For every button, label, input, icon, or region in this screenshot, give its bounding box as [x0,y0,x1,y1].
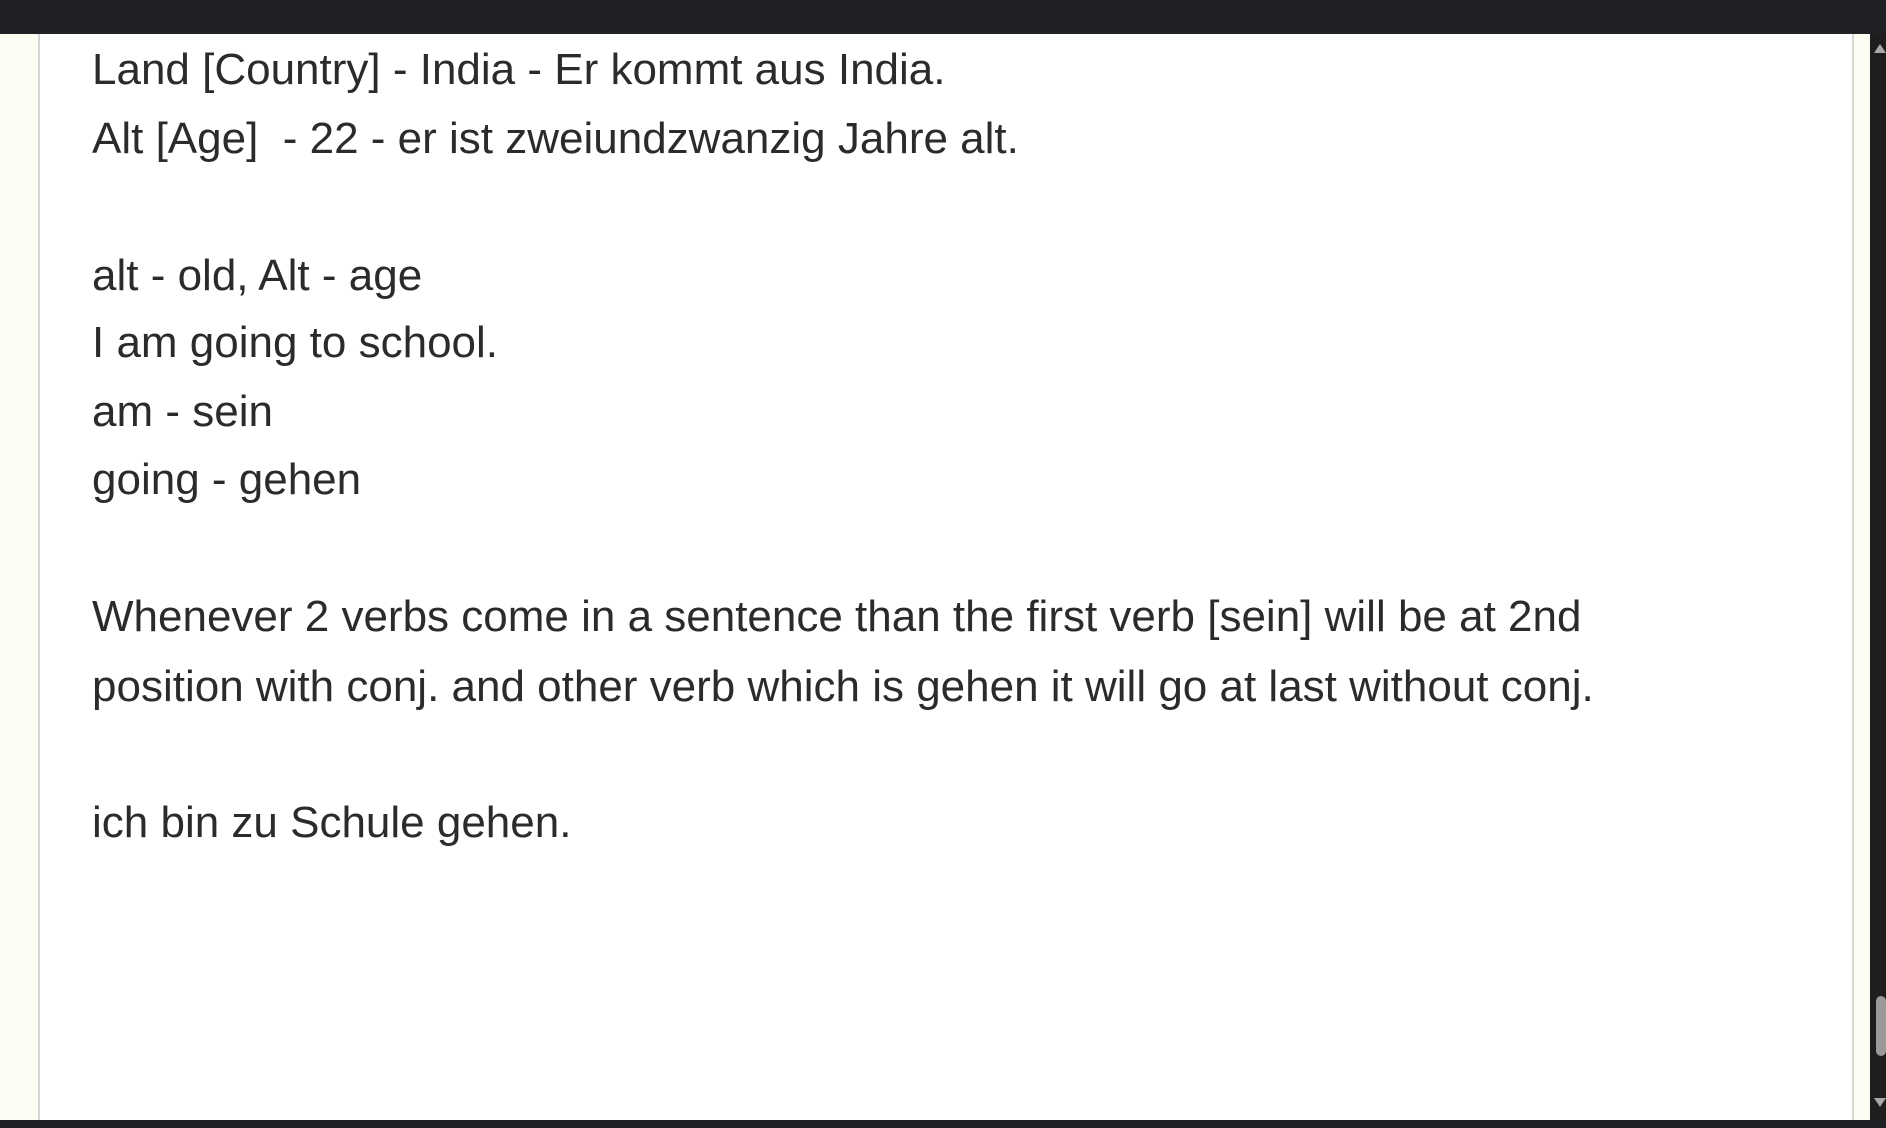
text-line: alt - old, Alt - age [92,251,423,300]
scroll-down-arrow-icon[interactable] [1874,1098,1886,1107]
text-line: I am going to school. [92,318,499,367]
text-line: Alt [Age] - 22 - er ist zweiundzwanzig J… [92,114,1019,163]
text-editor-area[interactable] [40,34,1852,1120]
scroll-up-arrow-icon[interactable] [1874,44,1886,53]
left-margin [0,34,40,1120]
window-top-bar [0,0,1886,34]
scrollbar-thumb[interactable] [1876,996,1886,1056]
text-line: position with conj. and other verb which… [92,662,1594,711]
text-line: Land [Country] - India - Er kommt aus In… [92,45,946,94]
text-line: Whenever 2 verbs come in a sentence than… [92,592,1582,641]
text-line: going - gehen [92,455,362,504]
text-line: am - sein [92,387,273,436]
right-margin [1852,34,1872,1120]
window-bottom-bar [0,1120,1886,1128]
vertical-scrollbar[interactable] [1870,34,1886,1120]
text-line: ich bin zu Schule gehen. [92,798,572,847]
